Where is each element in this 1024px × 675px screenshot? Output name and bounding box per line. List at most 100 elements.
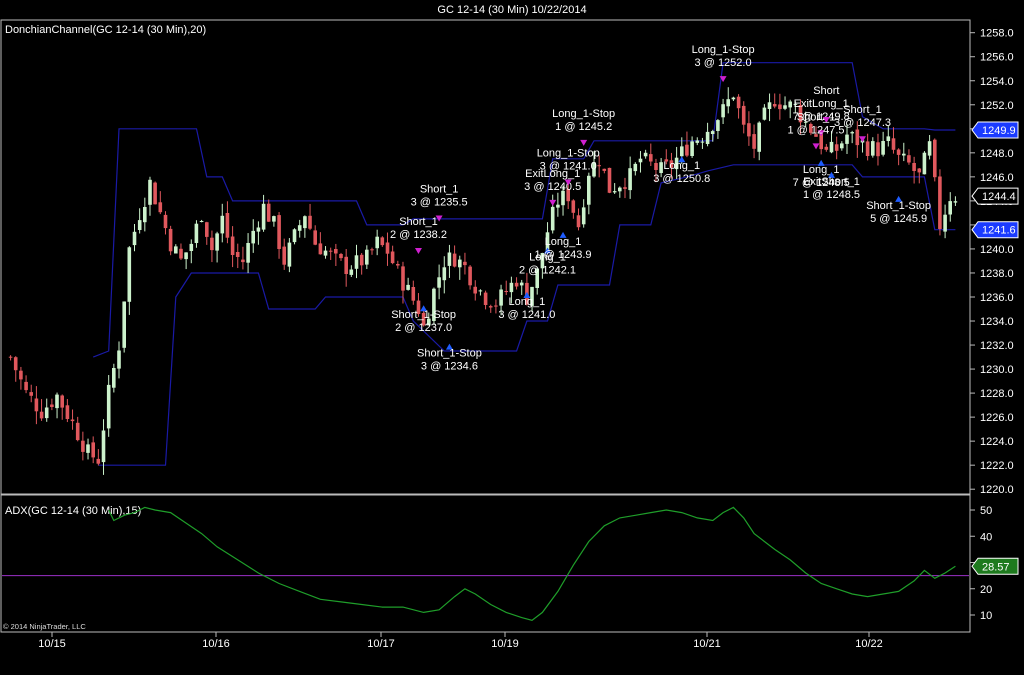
candle-down	[50, 404, 54, 407]
candle-down	[19, 370, 23, 380]
candle-up	[442, 267, 447, 281]
candle-up	[106, 384, 111, 429]
candle-down	[328, 250, 333, 252]
trade-label: Long_1	[803, 164, 840, 176]
price-tick-label: 1254.0	[980, 76, 1014, 88]
price-tick-label: 1226.0	[980, 412, 1014, 424]
candle-down	[468, 266, 472, 286]
candle-down	[896, 149, 901, 155]
candle-up	[112, 368, 116, 388]
candle-down	[411, 287, 416, 301]
trade-label: Short_1	[797, 111, 836, 123]
price-tick-label: 1256.0	[980, 52, 1014, 64]
candle-down	[571, 200, 576, 213]
candle-up	[943, 214, 947, 232]
candle-up	[303, 216, 307, 229]
candle-down	[385, 242, 390, 254]
candle-down	[597, 165, 601, 167]
window-title: GC 12-14 (30 Min) 10/22/2014	[437, 4, 586, 16]
trade-sublabel: 1 @ 1245.2	[555, 121, 612, 133]
price-tag-label: 1244.4	[982, 191, 1016, 203]
candle-down	[380, 237, 385, 246]
candle-down	[266, 203, 271, 222]
price-tick-label: 1224.0	[980, 436, 1014, 448]
trade-sublabel: 3 @ 1241.0	[540, 160, 597, 172]
trade-label: Long_1-Stop	[537, 147, 600, 159]
candle-up	[659, 162, 663, 173]
price-tick-label: 1228.0	[980, 388, 1014, 400]
adx-tick-label: 20	[980, 584, 992, 596]
candle-up	[272, 216, 276, 222]
candle-up	[927, 141, 932, 156]
candle-down	[24, 381, 28, 391]
candle-down	[318, 243, 323, 255]
trade-sublabel: 3 @ 1240.5	[524, 181, 581, 193]
candle-up	[710, 131, 715, 134]
candle-up	[721, 104, 725, 118]
candle-up	[953, 201, 958, 203]
candle-down	[210, 237, 214, 251]
candle-up	[881, 141, 885, 155]
candle-up	[292, 229, 297, 243]
candle-up	[148, 179, 152, 205]
candle-down	[359, 254, 364, 266]
candle-down	[34, 398, 39, 412]
candle-up	[349, 269, 354, 275]
candle-down	[81, 440, 85, 452]
candle-down	[308, 215, 312, 229]
candle-down	[179, 248, 183, 259]
candle-down	[401, 266, 405, 291]
candle-down	[473, 286, 477, 294]
candle-up	[840, 143, 844, 149]
candle-up	[261, 203, 266, 230]
trade-label: Short_1	[420, 184, 459, 196]
donchian-indicator-label: DonchianChannel(GC 12-14 (30 Min),20)	[5, 24, 206, 36]
candle-up	[519, 282, 524, 286]
candle-up	[184, 252, 188, 260]
candle-up	[587, 175, 591, 205]
trade-sublabel: 3 @ 1235.5	[411, 197, 468, 209]
candle-up	[478, 290, 483, 292]
chart-canvas: GC 12-14 (30 Min) 10/22/2014 DonchianCha…	[0, 0, 1024, 675]
price-tick-label: 1248.0	[980, 148, 1014, 160]
candle-up	[365, 249, 369, 265]
price-tick-label: 1238.0	[980, 268, 1014, 280]
candle-up	[509, 282, 514, 293]
time-tick-label: 10/19	[491, 638, 519, 650]
candle-up	[44, 407, 49, 419]
candle-up	[886, 136, 891, 141]
candle-up	[375, 236, 379, 249]
trade-label: Short	[813, 85, 839, 97]
trade-sublabel: 2 @ 1238.2	[390, 229, 447, 241]
candle-down	[685, 144, 689, 156]
candle-up	[55, 394, 59, 409]
candle-up	[189, 243, 194, 251]
candle-up	[354, 255, 359, 269]
candle-up	[829, 141, 834, 153]
candle-up	[757, 122, 761, 152]
candle-up	[705, 131, 710, 144]
candle-up	[117, 350, 121, 369]
trade-label: Short_1	[399, 216, 438, 228]
candle-down	[865, 141, 870, 156]
price-tag-label: 1241.6	[982, 225, 1016, 237]
candle-down	[163, 214, 168, 229]
candle-up	[550, 206, 555, 231]
candle-down	[772, 104, 777, 107]
candle-down	[334, 249, 338, 254]
chart-background	[0, 0, 1024, 675]
trade-sublabel: 3 @ 1234.6	[421, 361, 478, 373]
candle-down	[225, 213, 230, 238]
candle-up	[700, 141, 705, 143]
candle-down	[917, 168, 922, 173]
time-tick-label: 10/22	[855, 638, 883, 650]
candle-up	[628, 168, 632, 191]
trade-label: Long_1-Stop	[692, 44, 755, 56]
candle-down	[602, 168, 607, 171]
candle-up	[199, 221, 204, 222]
candle-down	[747, 123, 751, 137]
candle-up	[137, 220, 142, 230]
trade-sublabel: 3 @ 1247.3	[834, 117, 891, 129]
trade-label: Short_1	[843, 104, 882, 116]
candle-up	[561, 190, 565, 206]
